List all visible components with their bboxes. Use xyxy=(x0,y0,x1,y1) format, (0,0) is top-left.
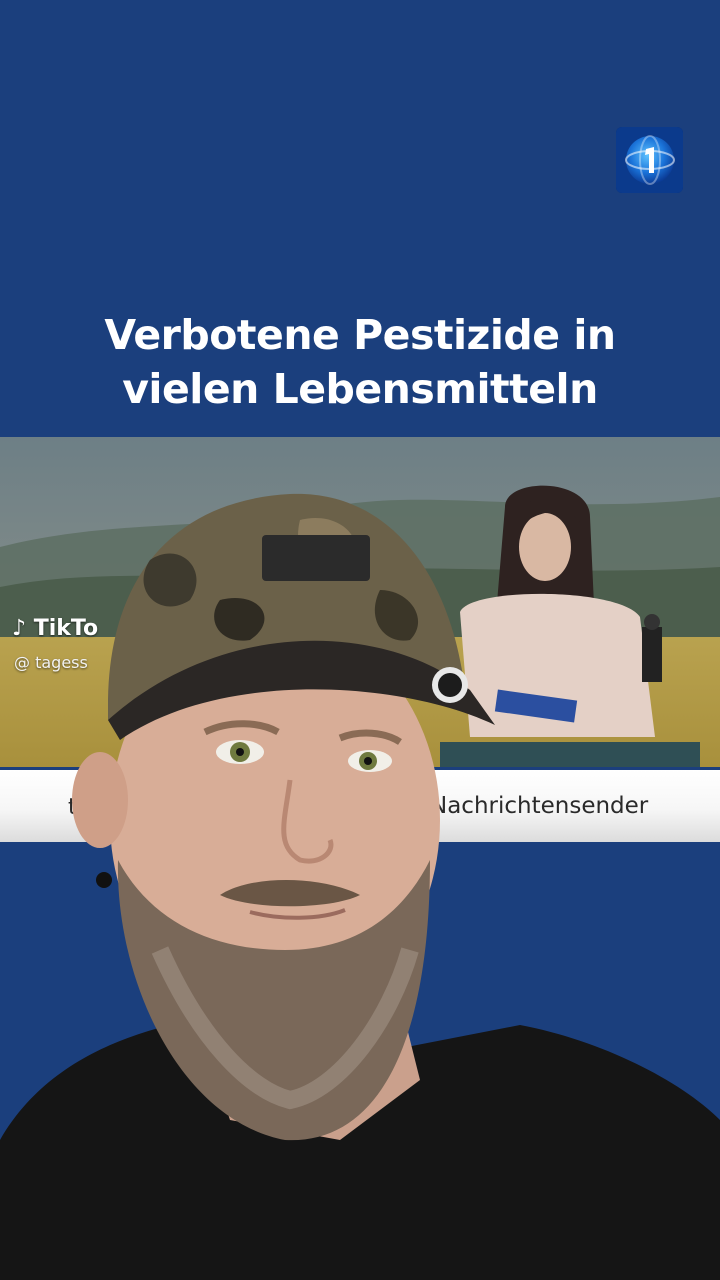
presenter-person xyxy=(0,493,720,1280)
headline: Verbotene Pestizide in vielen Lebensmitt… xyxy=(60,308,660,416)
headline-line-2: vielen Lebensmitteln xyxy=(122,365,598,413)
video-frame: Verbotene Pestizide in vielen Lebensmitt… xyxy=(0,0,720,1280)
tagesschau-logo-icon xyxy=(616,127,683,193)
headline-line-1: Verbotene Pestizide in xyxy=(104,311,616,359)
